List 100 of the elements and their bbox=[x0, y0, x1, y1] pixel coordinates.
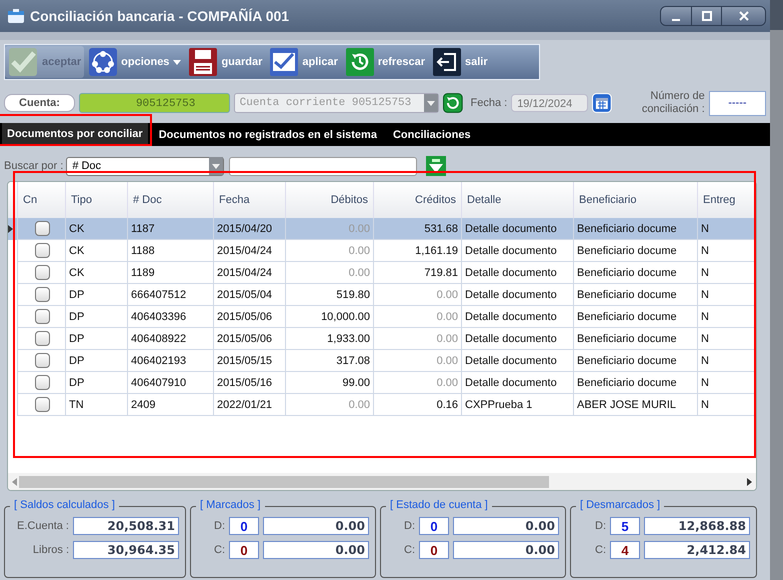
balance-label: Libros : bbox=[32, 544, 69, 556]
close-icon bbox=[738, 11, 748, 21]
table-cell: DP bbox=[65, 284, 127, 306]
table-cell: 406407910 bbox=[127, 372, 213, 394]
table-cell: 99.00 bbox=[285, 372, 373, 394]
count-field: 0 bbox=[419, 517, 449, 535]
table-row[interactable]: CK 1188 2015/04/24 0.00 1,161.19 Detalle documento Beneficiario docume N bbox=[8, 240, 756, 262]
table-cell: TN bbox=[65, 394, 127, 416]
table-cell: Beneficiario docume bbox=[573, 306, 697, 328]
toolbar-button[interactable]: opciones bbox=[86, 46, 184, 78]
table-cell: Detalle documento bbox=[461, 240, 573, 262]
table-cell: 1189 bbox=[127, 262, 213, 284]
table-row[interactable]: TN 2409 2022/01/21 0.00 0.16 CXPPrueba 1 ABER JOSE MURIL N bbox=[8, 394, 756, 416]
maximize-button[interactable] bbox=[691, 7, 721, 25]
check-icon bbox=[8, 47, 38, 77]
calendar-icon[interactable] bbox=[592, 93, 612, 113]
table-cell: 2015/05/16 bbox=[213, 372, 285, 394]
table-row[interactable]: DP 406408922 2015/05/06 1,933.00 0.00 Detalle documento Beneficiario docume N bbox=[8, 328, 756, 350]
table-cell: N bbox=[697, 372, 754, 394]
table-cell: Detalle documento bbox=[461, 284, 573, 306]
table-cell: 0.00 bbox=[285, 218, 373, 240]
panel-title: [ Saldos calculados ] bbox=[10, 499, 119, 511]
table-row[interactable]: CK 1189 2015/04/24 0.00 719.81 Detalle documento Beneficiario docume N bbox=[8, 262, 756, 284]
table-row[interactable]: DP 666407512 2015/05/04 519.80 0.00 Detalle documento Beneficiario docume N bbox=[8, 284, 756, 306]
toolbar-button[interactable]: aplicar bbox=[267, 46, 341, 78]
table-cell: 1187 bbox=[127, 218, 213, 240]
count-field: 0 bbox=[229, 517, 259, 535]
filter-icon[interactable] bbox=[426, 156, 446, 176]
count-label: D: bbox=[404, 520, 415, 532]
maximize-icon bbox=[702, 11, 712, 21]
checkbox[interactable] bbox=[35, 375, 50, 390]
date-field[interactable]: 19/12/2024 bbox=[511, 94, 588, 112]
checkbox[interactable] bbox=[35, 397, 50, 412]
amount-field: 0.00 bbox=[453, 517, 559, 535]
table-cell: N bbox=[697, 240, 754, 262]
table-cell: N bbox=[697, 328, 754, 350]
table-cell: Beneficiario docume bbox=[573, 350, 697, 372]
table-cell: N bbox=[697, 394, 754, 416]
table-cell: Detalle documento bbox=[461, 218, 573, 240]
table-cell: Beneficiario docume bbox=[573, 372, 697, 394]
count-label: C: bbox=[214, 544, 225, 556]
search-label: Buscar por : bbox=[4, 160, 64, 172]
amount-field: 20,508.31 bbox=[73, 517, 179, 535]
table-cell: CK bbox=[65, 240, 127, 262]
tab[interactable]: Conciliaciones bbox=[388, 123, 476, 146]
table-cell: 2022/01/21 bbox=[213, 394, 285, 416]
table-cell: 2015/04/24 bbox=[213, 240, 285, 262]
count-field: 0 bbox=[419, 541, 449, 559]
table-cell: 519.80 bbox=[285, 284, 373, 306]
table-cell: 2015/04/20 bbox=[213, 218, 285, 240]
table-cell: 0.00 bbox=[373, 372, 461, 394]
table-row[interactable]: DP 406402193 2015/05/15 317.08 0.00 Detalle documento Beneficiario docume N bbox=[8, 350, 756, 372]
amount-field: 0.00 bbox=[263, 541, 369, 559]
options-icon bbox=[89, 48, 118, 76]
checkbox[interactable] bbox=[35, 287, 50, 302]
count-field: 0 bbox=[229, 541, 259, 559]
table-cell: N bbox=[697, 262, 754, 284]
checkbox[interactable] bbox=[35, 309, 50, 324]
checkbox[interactable] bbox=[35, 243, 50, 258]
table-cell: Beneficiario docume bbox=[573, 284, 697, 306]
tab[interactable]: Documentos por conciliar bbox=[2, 123, 148, 146]
checkbox[interactable] bbox=[35, 353, 50, 368]
count-label: C: bbox=[595, 544, 606, 556]
minimize-button[interactable] bbox=[661, 7, 691, 25]
table-row[interactable]: DP 406403396 2015/05/06 10,000.00 0.00 Detalle documento Beneficiario docume N bbox=[8, 306, 756, 328]
table-cell: 2015/04/24 bbox=[213, 262, 285, 284]
reconciliation-number-field[interactable]: ----- bbox=[708, 90, 766, 116]
amount-field: 0.00 bbox=[263, 517, 369, 535]
table-cell: 317.08 bbox=[285, 350, 373, 372]
checkbox[interactable] bbox=[35, 221, 50, 236]
table-cell: 666407512 bbox=[127, 284, 213, 306]
table-cell: 0.00 bbox=[373, 284, 461, 306]
close-button[interactable] bbox=[721, 7, 765, 25]
table-cell: Beneficiario docume bbox=[573, 262, 697, 284]
table-cell: N bbox=[697, 218, 754, 240]
horizontal-scrollbar[interactable] bbox=[8, 473, 756, 490]
amount-field: 2,412.84 bbox=[644, 541, 750, 559]
balance-label: E.Cuenta : bbox=[17, 520, 69, 532]
checkbox[interactable] bbox=[35, 265, 50, 280]
amount-field: 0.00 bbox=[453, 541, 559, 559]
count-label: D: bbox=[214, 520, 225, 532]
table-cell: N bbox=[697, 350, 754, 372]
toolbar-button[interactable]: guardar bbox=[186, 46, 266, 78]
table-cell: 1188 bbox=[127, 240, 213, 262]
table-cell: N bbox=[697, 306, 754, 328]
table-row[interactable]: CK 1187 2015/04/20 0.00 531.68 Detalle documento Beneficiario docume N bbox=[8, 218, 756, 240]
amount-field: 30,964.35 bbox=[73, 541, 179, 559]
table-cell: 531.68 bbox=[373, 218, 461, 240]
reconciliation-number-label: Número de conciliación : bbox=[640, 90, 705, 116]
panel-title: [ Estado de cuenta ] bbox=[386, 499, 492, 511]
table-cell: 0.00 bbox=[373, 328, 461, 350]
checkbox[interactable] bbox=[35, 331, 50, 346]
refresh-icon[interactable] bbox=[442, 93, 462, 113]
tab[interactable]: Documentos no registrados en el sistema bbox=[154, 123, 382, 146]
table-cell: DP bbox=[65, 306, 127, 328]
table-cell: CXPPrueba 1 bbox=[461, 394, 573, 416]
table-cell: 1,161.19 bbox=[373, 240, 461, 262]
refresh-icon bbox=[346, 48, 374, 76]
table-row[interactable]: DP 406407910 2015/05/16 99.00 0.00 Detalle documento Beneficiario docume N bbox=[8, 372, 756, 394]
table-cell: 1,933.00 bbox=[285, 328, 373, 350]
